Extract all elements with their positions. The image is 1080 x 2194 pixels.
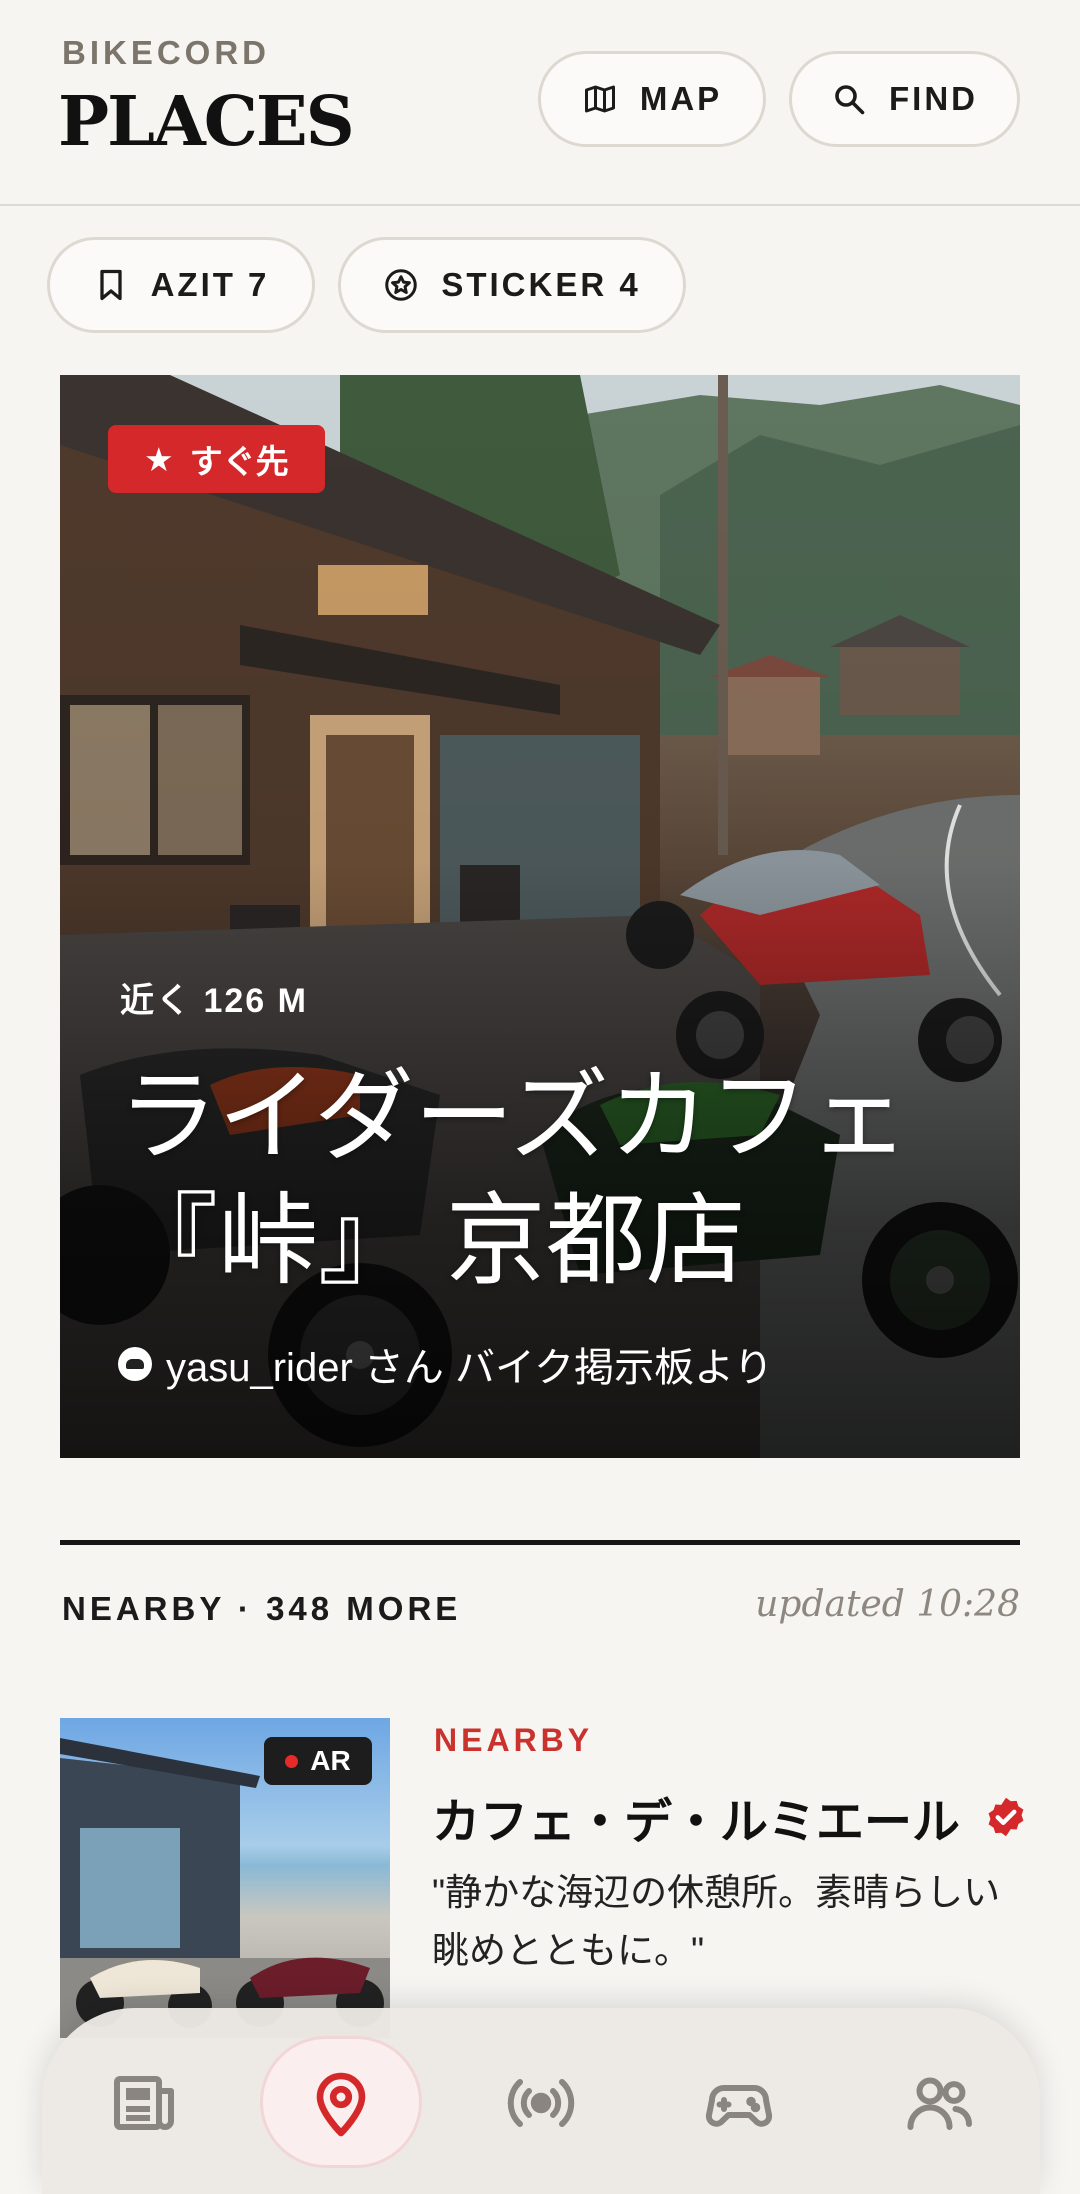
- brand-name: BIKECORD: [62, 34, 271, 71]
- hero-badge-label: すぐ先: [189, 443, 289, 480]
- tab-community[interactable]: [899, 2063, 979, 2143]
- hero-source[interactable]: yasu_rider さん バイク掲示板より: [118, 1335, 773, 1393]
- last-updated: updated 10:28: [755, 1584, 1020, 1625]
- azit-filter-label: AZIT 7: [150, 266, 270, 303]
- rider-helmet-icon: [118, 1347, 152, 1381]
- users-icon: [907, 2077, 973, 2130]
- find-button-label: FIND: [889, 80, 978, 117]
- find-button[interactable]: FIND: [789, 51, 1020, 147]
- star-badge-icon: [385, 269, 418, 301]
- tab-news[interactable]: [104, 2063, 184, 2143]
- map-button[interactable]: MAP: [538, 51, 766, 147]
- hero-status-badge: ★ すぐ先: [108, 425, 325, 493]
- map-button-label: MAP: [639, 80, 723, 117]
- sticker-filter-label: STICKER 4: [441, 266, 641, 303]
- place-title-text: カフェ・デ・ルミエール: [432, 1796, 961, 1849]
- ar-badge: AR: [264, 1737, 372, 1785]
- star-icon: ★: [144, 440, 174, 478]
- azit-filter-chip[interactable]: AZIT 7: [47, 237, 315, 333]
- ar-badge-label: AR: [310, 1745, 351, 1776]
- live-dot-icon: [285, 1754, 299, 1768]
- verified-badge-icon: [988, 1797, 1024, 1837]
- bottom-tab-bar: [42, 2008, 1040, 2194]
- hero-title-line1: ライダーズカフェ: [118, 1061, 909, 1173]
- featured-place-card[interactable]: ★ すぐ先 近く 126 M ライダーズカフェ 『峠』 京都店 yasu_rid…: [60, 375, 1020, 1458]
- hero-title[interactable]: ライダーズカフェ 『峠』 京都店: [118, 1055, 978, 1303]
- place-tag: NEARBY: [434, 1722, 594, 1758]
- search-icon: [835, 85, 865, 115]
- hero-title-line2: 『峠』 京都店: [118, 1185, 746, 1297]
- hero-source-text: yasu_rider さん バイク掲示板より: [166, 1346, 774, 1390]
- broadcast-icon: [507, 2079, 575, 2127]
- tab-games[interactable]: [699, 2063, 779, 2143]
- page-title: PLACES: [58, 82, 355, 162]
- bookmark-icon: [99, 269, 122, 301]
- sticker-filter-chip[interactable]: STICKER 4: [338, 237, 686, 333]
- app-header: BIKECORD PLACES MAP FIND: [0, 0, 1080, 206]
- newspaper-icon: [114, 2076, 174, 2130]
- hero-distance: 近く 126 M: [120, 982, 308, 1020]
- section-divider: [60, 1540, 1020, 1545]
- place-title[interactable]: カフェ・デ・ルミエール: [432, 1782, 1028, 1852]
- place-thumbnail[interactable]: AR: [60, 1718, 390, 2038]
- map-pin-icon: [316, 2072, 366, 2137]
- place-description: "静かな海辺の休憩所。素晴らしい眺めとともに。": [432, 1872, 1001, 1971]
- nearby-section-label[interactable]: NEARBY · 348 MORE: [62, 1590, 461, 1628]
- tab-places[interactable]: [301, 2063, 381, 2143]
- tab-live[interactable]: [501, 2063, 581, 2143]
- map-icon: [584, 85, 615, 113]
- gamepad-icon: [705, 2085, 773, 2127]
